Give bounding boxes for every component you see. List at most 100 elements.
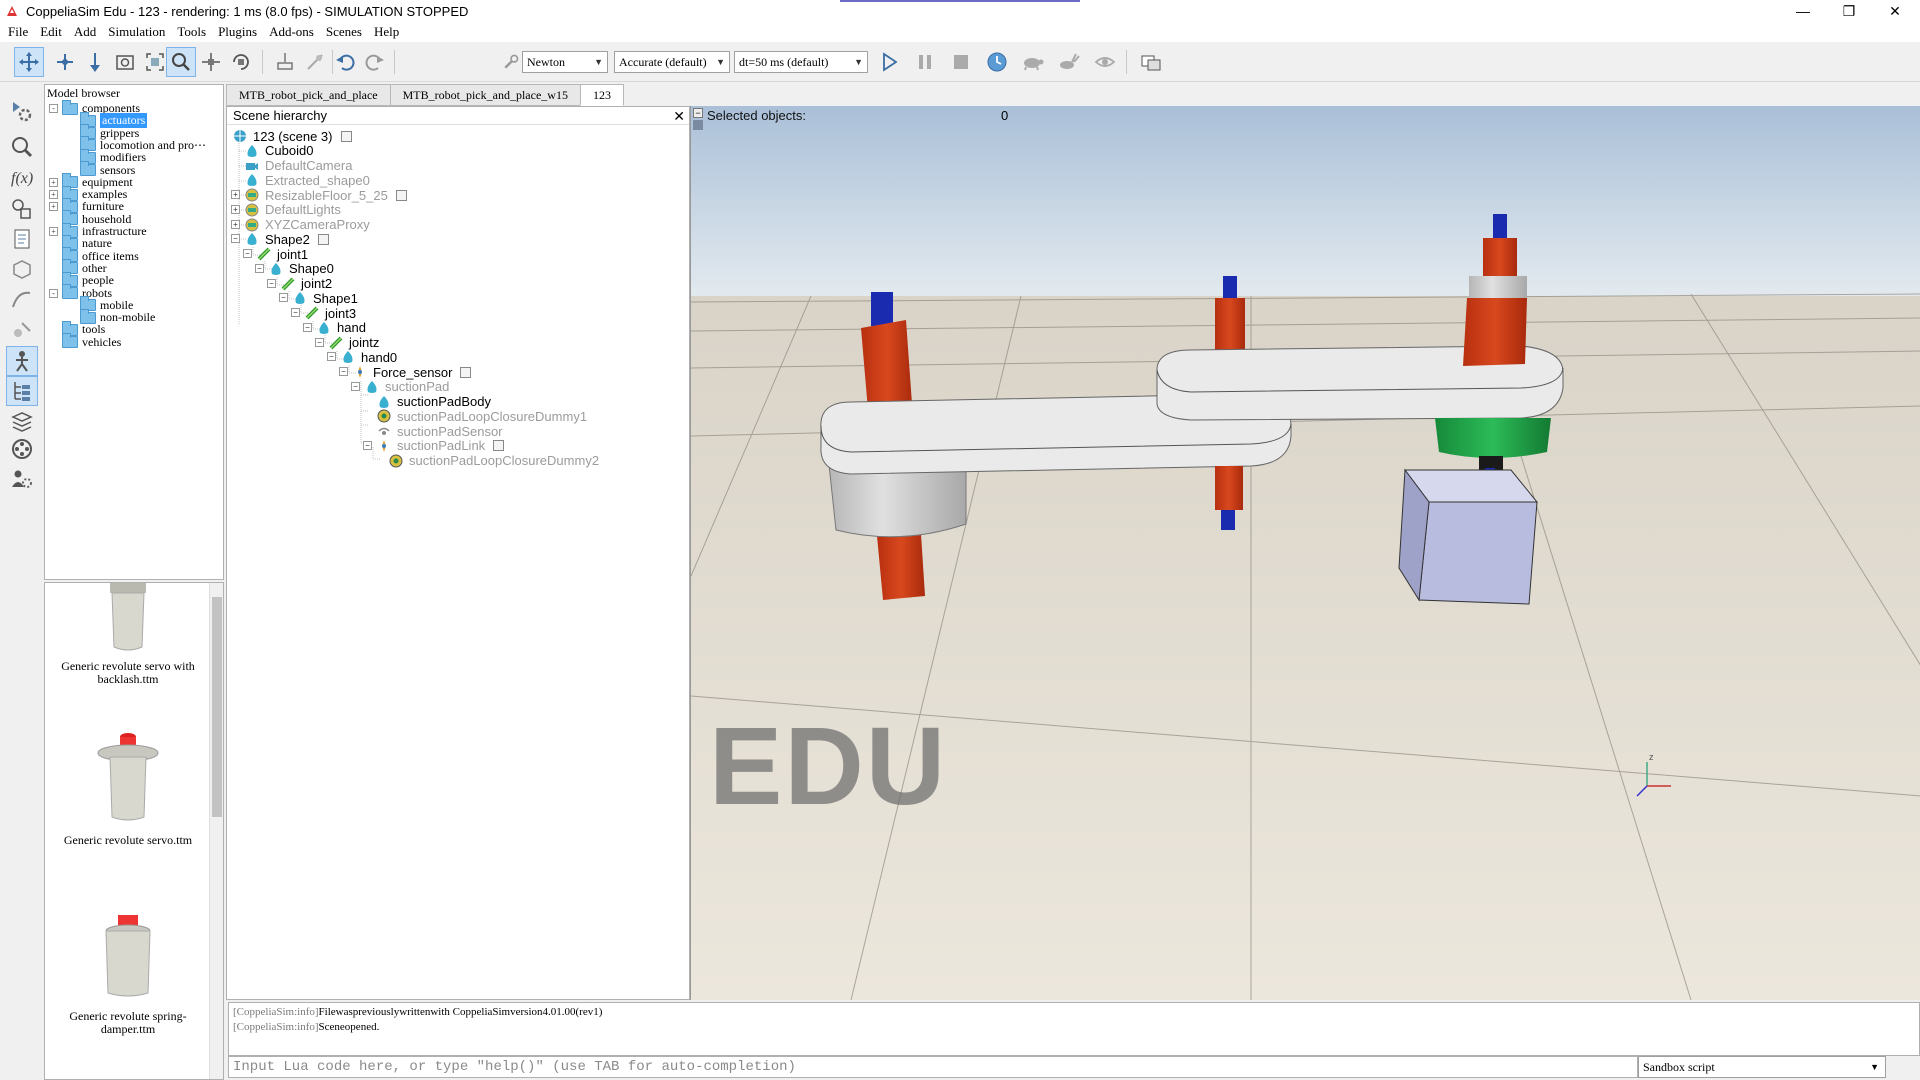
collapse-icon[interactable]: −	[267, 278, 276, 288]
collapse-icon[interactable]: −	[303, 322, 312, 332]
model-folder-vehicles[interactable]: vehicles	[49, 333, 121, 350]
thumbnail-spring-damper[interactable]: Generic revolute spring-damper.ttm	[53, 905, 203, 1036]
model-browser-toggle-button[interactable]	[6, 346, 38, 376]
collapse-icon[interactable]: −	[231, 234, 240, 244]
object-select-button[interactable]	[166, 47, 196, 77]
tab-scene-2[interactable]: MTB_robot_pick_and_place_w15	[389, 84, 581, 106]
title-bar: CoppeliaSim Edu - 123 - rendering: 1 ms …	[0, 0, 1920, 22]
calculation-modules-button[interactable]: f(x)	[6, 162, 38, 192]
script-icon[interactable]	[460, 366, 472, 378]
undo-button[interactable]	[330, 47, 360, 77]
camera-shift-button[interactable]	[80, 47, 110, 77]
menu-file[interactable]: File	[8, 24, 28, 40]
menu-help[interactable]: Help	[374, 24, 399, 40]
expand-icon[interactable]: +	[49, 227, 58, 236]
collapse-icon[interactable]: −	[351, 381, 360, 391]
collapse-icon[interactable]: −	[327, 352, 336, 362]
lua-command-input[interactable]: Input Lua code here, or type "help()" (u…	[228, 1056, 1638, 1078]
scrollbar-thumb[interactable]	[212, 597, 222, 817]
realtime-mode-button[interactable]	[982, 47, 1012, 77]
transfer-dna-button[interactable]	[300, 47, 330, 77]
object-rotate-button[interactable]	[226, 47, 256, 77]
physics-engine-select[interactable]: Newton ▼	[522, 51, 608, 73]
script-icon[interactable]	[395, 189, 407, 201]
expand-icon[interactable]: +	[49, 202, 58, 212]
collapse-icon[interactable]: -	[49, 104, 58, 113]
layers-icon	[11, 412, 33, 432]
visualization-toggle-button[interactable]	[1090, 47, 1120, 77]
menu-addons[interactable]: Add-ons	[269, 24, 314, 40]
menu-simulation[interactable]: Simulation	[108, 24, 165, 40]
collapse-icon[interactable]: −	[255, 263, 264, 273]
collapse-icon[interactable]: −	[243, 249, 252, 258]
close-button[interactable]: ✕	[1872, 0, 1918, 22]
timestep-select[interactable]: dt=50 ms (default) ▼	[734, 51, 868, 73]
pause-simulation-button[interactable]	[910, 47, 940, 77]
script-icon[interactable]	[340, 130, 352, 142]
menu-edit[interactable]: Edit	[40, 24, 62, 40]
tab-scene-1[interactable]: MTB_robot_pick_and_place	[226, 84, 391, 106]
collections-button[interactable]	[6, 194, 38, 224]
script-icon[interactable]	[317, 233, 329, 245]
redo-button[interactable]	[360, 47, 390, 77]
selection-button[interactable]	[6, 316, 38, 346]
clock-icon	[987, 52, 1007, 72]
thumbnails-scrollbar[interactable]	[209, 583, 223, 1079]
expand-icon[interactable]: +	[231, 204, 240, 214]
rotate-object-icon	[233, 54, 249, 70]
camera-opening-button[interactable]	[110, 47, 140, 77]
simulation-settings-button[interactable]	[6, 96, 38, 126]
object-shift-button[interactable]	[196, 47, 226, 77]
speed-up-button[interactable]	[1054, 47, 1084, 77]
script-context-select[interactable]: Sandbox script ▼	[1638, 1056, 1886, 1078]
magnifier-icon	[12, 137, 33, 158]
script-icon[interactable]	[493, 440, 505, 452]
shape-edit-button[interactable]	[6, 254, 38, 284]
restore-button[interactable]: ❐	[1826, 0, 1872, 22]
camera-rotate-button[interactable]	[50, 47, 80, 77]
user-settings-button[interactable]	[6, 464, 38, 494]
tab-scene-3[interactable]: 123	[579, 84, 624, 106]
collapse-icon[interactable]: -	[49, 288, 58, 298]
layers-button[interactable]	[6, 406, 38, 436]
hierarchy-item-suctionpadloopclosuredummy2[interactable]: suctionPadLoopClosureDummy2	[389, 452, 599, 470]
expand-icon[interactable]: +	[231, 219, 240, 229]
selected-objects-label: Selected objects:	[707, 108, 807, 123]
scene-hierarchy-toggle-button[interactable]	[6, 376, 38, 406]
expand-icon[interactable]: +	[231, 190, 240, 199]
properties-button[interactable]	[6, 132, 38, 162]
scene-render: z	[691, 106, 1920, 1000]
viewport-collapse-icon[interactable]: −	[693, 108, 703, 118]
left-toolbar: f(x)	[0, 82, 44, 1080]
page-selector-button[interactable]	[1136, 47, 1166, 77]
expand-icon[interactable]: +	[49, 177, 58, 187]
path-edit-button[interactable]	[6, 284, 38, 314]
viewport-menu-icon[interactable]	[693, 120, 703, 130]
collapse-icon[interactable]: −	[363, 440, 372, 450]
minimize-button[interactable]: —	[1780, 0, 1826, 22]
menu-plugins[interactable]: Plugins	[218, 24, 257, 40]
scripts-button[interactable]	[6, 224, 38, 254]
menu-add[interactable]: Add	[74, 24, 96, 40]
assemble-button[interactable]	[270, 47, 300, 77]
thumbnail-servo-backlash[interactable]: Generic revolute servo with backlash.ttm	[53, 583, 203, 686]
collapse-icon[interactable]: −	[291, 308, 300, 317]
camera-pan-button[interactable]	[14, 47, 44, 77]
collapse-icon[interactable]: −	[315, 337, 324, 347]
thumbnail-servo[interactable]: Generic revolute servo.ttm	[53, 729, 203, 847]
start-simulation-button[interactable]	[874, 47, 904, 77]
close-icon[interactable]: ✕	[673, 107, 685, 125]
expand-icon[interactable]: +	[49, 190, 58, 200]
video-recorder-button[interactable]	[6, 434, 38, 464]
rabbit-icon	[1060, 53, 1080, 69]
fx-icon: f(x)	[11, 170, 33, 187]
collapse-icon[interactable]: −	[279, 293, 288, 303]
menu-scenes[interactable]: Scenes	[326, 24, 362, 40]
engine-accuracy-select[interactable]: Accurate (default) ▼	[614, 51, 730, 73]
shapes-icon	[12, 199, 31, 219]
3d-viewport[interactable]: z Selected objects: 0 − EDU	[690, 106, 1920, 1000]
stop-simulation-button[interactable]	[946, 47, 976, 77]
collapse-icon[interactable]: −	[339, 367, 348, 376]
slow-down-button[interactable]	[1018, 47, 1048, 77]
menu-tools[interactable]: Tools	[177, 24, 206, 40]
